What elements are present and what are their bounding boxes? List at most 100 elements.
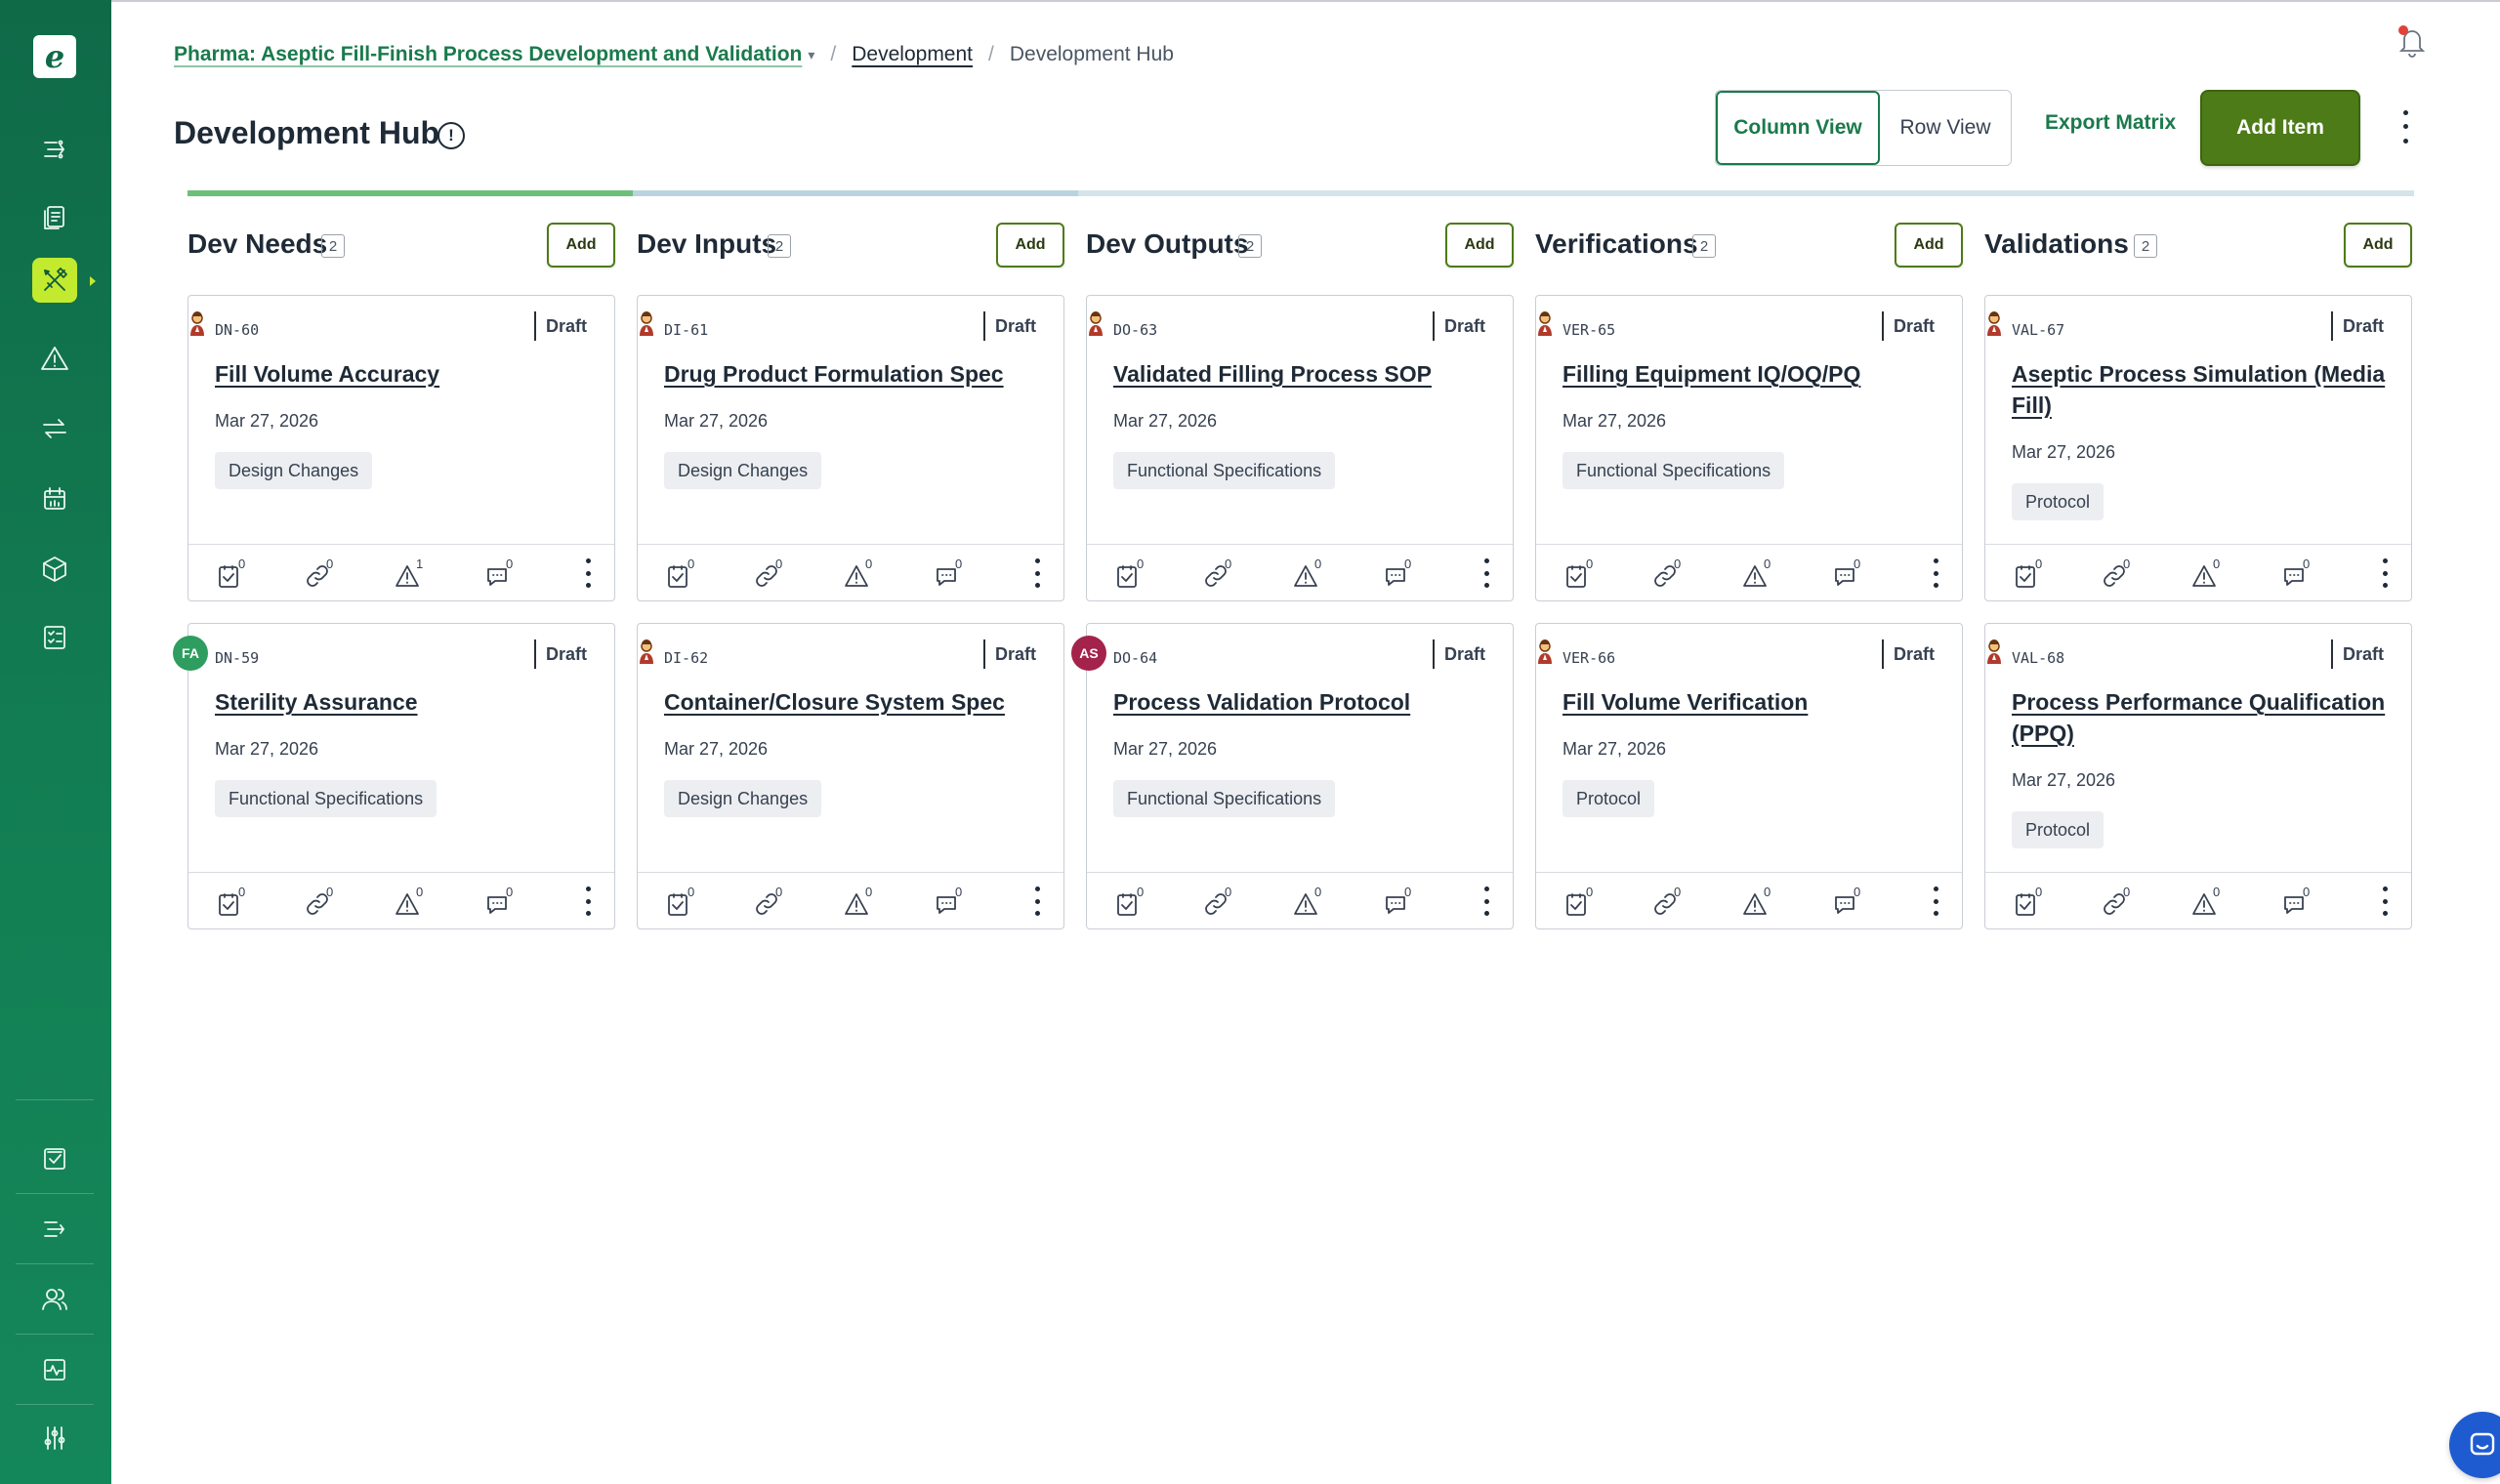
user-avatar[interactable]: AS <box>1071 636 1106 671</box>
comments-icon[interactable]: 0 <box>479 556 519 592</box>
risk-warning-icon[interactable] <box>32 336 77 381</box>
tasks-icon[interactable] <box>32 1136 77 1181</box>
item-card[interactable]: VAL-67 Draft Aseptic Process Simulation (M… <box>1984 295 2412 601</box>
chat-icon[interactable] <box>2449 1412 2500 1478</box>
tasks-check-icon[interactable]: 0 <box>2009 556 2048 592</box>
user-avatar[interactable]: FA <box>173 636 208 671</box>
links-icon[interactable]: 0 <box>300 885 339 920</box>
person-icon[interactable] <box>638 639 655 665</box>
person-icon[interactable] <box>638 311 655 337</box>
item-card[interactable]: VER-66 Draft Fill Volume Verification Mar 2… <box>1535 623 1963 929</box>
breadcrumb-project[interactable]: Pharma: Aseptic Fill-Finish Process Deve… <box>174 43 802 66</box>
item-card[interactable]: AS DO-64 Draft Process Validation Protocol M… <box>1071 623 1514 929</box>
item-card[interactable]: VER-65 Draft Filling Equipment IQ/OQ/PQ Mar… <box>1535 295 1963 601</box>
app-logo[interactable]: e <box>33 35 76 78</box>
card-more-icon[interactable] <box>2380 558 2390 588</box>
column-add-button[interactable]: Add <box>547 223 615 268</box>
checklist-icon[interactable] <box>32 615 77 660</box>
card-more-icon[interactable] <box>1931 558 1940 588</box>
info-icon[interactable]: ! <box>438 122 465 149</box>
documents-icon[interactable] <box>32 195 77 240</box>
card-more-icon[interactable] <box>1032 558 1042 588</box>
tasks-check-icon[interactable]: 0 <box>661 885 700 920</box>
export-matrix-button[interactable]: Export Matrix <box>2045 111 2176 135</box>
card-title[interactable]: Filling Equipment IQ/OQ/PQ <box>1562 358 1938 390</box>
tasks-check-icon[interactable]: 0 <box>212 885 251 920</box>
tasks-check-icon[interactable]: 0 <box>212 556 251 592</box>
column-add-button[interactable]: Add <box>996 223 1064 268</box>
row-view-button[interactable]: Row View <box>1880 91 2011 165</box>
breadcrumb-section[interactable]: Development <box>852 43 973 66</box>
comments-icon[interactable]: 0 <box>1378 885 1417 920</box>
card-title[interactable]: Validated Filling Process SOP <box>1113 358 1489 390</box>
risks-warning-icon[interactable]: 0 <box>1737 556 1776 592</box>
comments-icon[interactable]: 0 <box>2276 885 2315 920</box>
card-title[interactable]: Fill Volume Verification <box>1562 686 1938 718</box>
person-icon[interactable] <box>1985 311 2003 337</box>
comments-icon[interactable]: 0 <box>929 556 968 592</box>
item-card[interactable]: DI-62 Draft Container/Closure System Spec M… <box>637 623 1064 929</box>
links-icon[interactable]: 0 <box>749 885 788 920</box>
comments-icon[interactable]: 0 <box>1378 556 1417 592</box>
person-icon[interactable] <box>188 311 206 337</box>
card-more-icon[interactable] <box>1032 886 1042 916</box>
item-card[interactable]: FA DN-59 Draft Sterility Assurance Mar 27, 2… <box>173 623 615 929</box>
links-icon[interactable]: 0 <box>1647 885 1687 920</box>
links-icon[interactable]: 0 <box>1647 556 1687 592</box>
tasks-check-icon[interactable]: 0 <box>1110 885 1149 920</box>
add-item-button[interactable]: Add Item <box>2200 90 2360 166</box>
links-icon[interactable]: 0 <box>2097 885 2136 920</box>
package-icon[interactable] <box>32 547 77 592</box>
risks-warning-icon[interactable]: 0 <box>839 556 878 592</box>
risks-warning-icon[interactable]: 0 <box>1288 556 1327 592</box>
card-more-icon[interactable] <box>1481 886 1491 916</box>
links-icon[interactable]: 0 <box>1198 885 1237 920</box>
card-title[interactable]: Fill Volume Accuracy <box>215 358 591 390</box>
person-icon[interactable] <box>1985 639 2003 665</box>
chevron-down-icon[interactable]: ▾ <box>808 47 814 63</box>
card-title[interactable]: Aseptic Process Simulation (Media Fill) <box>2012 358 2388 421</box>
card-title[interactable]: Process Performance Qualification (PPQ) <box>2012 686 2388 749</box>
card-title[interactable]: Sterility Assurance <box>215 686 591 718</box>
column-view-button[interactable]: Column View <box>1716 91 1880 165</box>
risks-warning-icon[interactable]: 0 <box>1737 885 1776 920</box>
risks-warning-icon[interactable]: 0 <box>839 885 878 920</box>
column-add-button[interactable]: Add <box>2344 223 2412 268</box>
tasks-check-icon[interactable]: 0 <box>661 556 700 592</box>
comments-icon[interactable]: 0 <box>1827 556 1866 592</box>
comments-icon[interactable]: 0 <box>479 885 519 920</box>
development-tools-icon[interactable] <box>32 258 77 303</box>
card-more-icon[interactable] <box>1931 886 1940 916</box>
tasks-check-icon[interactable]: 0 <box>2009 885 2048 920</box>
card-title[interactable]: Process Validation Protocol <box>1113 686 1489 718</box>
flow-icon[interactable] <box>32 127 77 172</box>
activity-icon[interactable] <box>32 1347 77 1392</box>
risks-warning-icon[interactable]: 0 <box>1288 885 1327 920</box>
links-icon[interactable]: 0 <box>749 556 788 592</box>
item-card[interactable]: VAL-68 Draft Process Performance Qualifica… <box>1984 623 2412 929</box>
links-icon[interactable]: 0 <box>1198 556 1237 592</box>
risks-warning-icon[interactable]: 0 <box>2187 556 2226 592</box>
card-title[interactable]: Container/Closure System Spec <box>664 686 1040 718</box>
risks-warning-icon[interactable]: 1 <box>390 556 429 592</box>
card-more-icon[interactable] <box>583 886 593 916</box>
risks-warning-icon[interactable]: 0 <box>390 885 429 920</box>
users-icon[interactable] <box>32 1277 77 1322</box>
column-add-button[interactable]: Add <box>1895 223 1963 268</box>
links-icon[interactable]: 0 <box>300 556 339 592</box>
transfer-icon[interactable] <box>32 406 77 451</box>
person-icon[interactable] <box>1536 639 1554 665</box>
links-icon[interactable]: 0 <box>2097 556 2136 592</box>
column-add-button[interactable]: Add <box>1445 223 1514 268</box>
comments-icon[interactable]: 0 <box>2276 556 2315 592</box>
card-more-icon[interactable] <box>1481 558 1491 588</box>
person-icon[interactable] <box>1536 311 1554 337</box>
tasks-check-icon[interactable]: 0 <box>1110 556 1149 592</box>
settings-sliders-icon[interactable] <box>32 1416 77 1461</box>
calendar-icon[interactable] <box>32 476 77 521</box>
item-card[interactable]: DO-63 Draft Validated Filling Process SOP M… <box>1086 295 1514 601</box>
card-more-icon[interactable] <box>583 558 593 588</box>
more-options-icon[interactable] <box>2391 105 2420 148</box>
tasks-check-icon[interactable]: 0 <box>1560 556 1599 592</box>
comments-icon[interactable]: 0 <box>1827 885 1866 920</box>
